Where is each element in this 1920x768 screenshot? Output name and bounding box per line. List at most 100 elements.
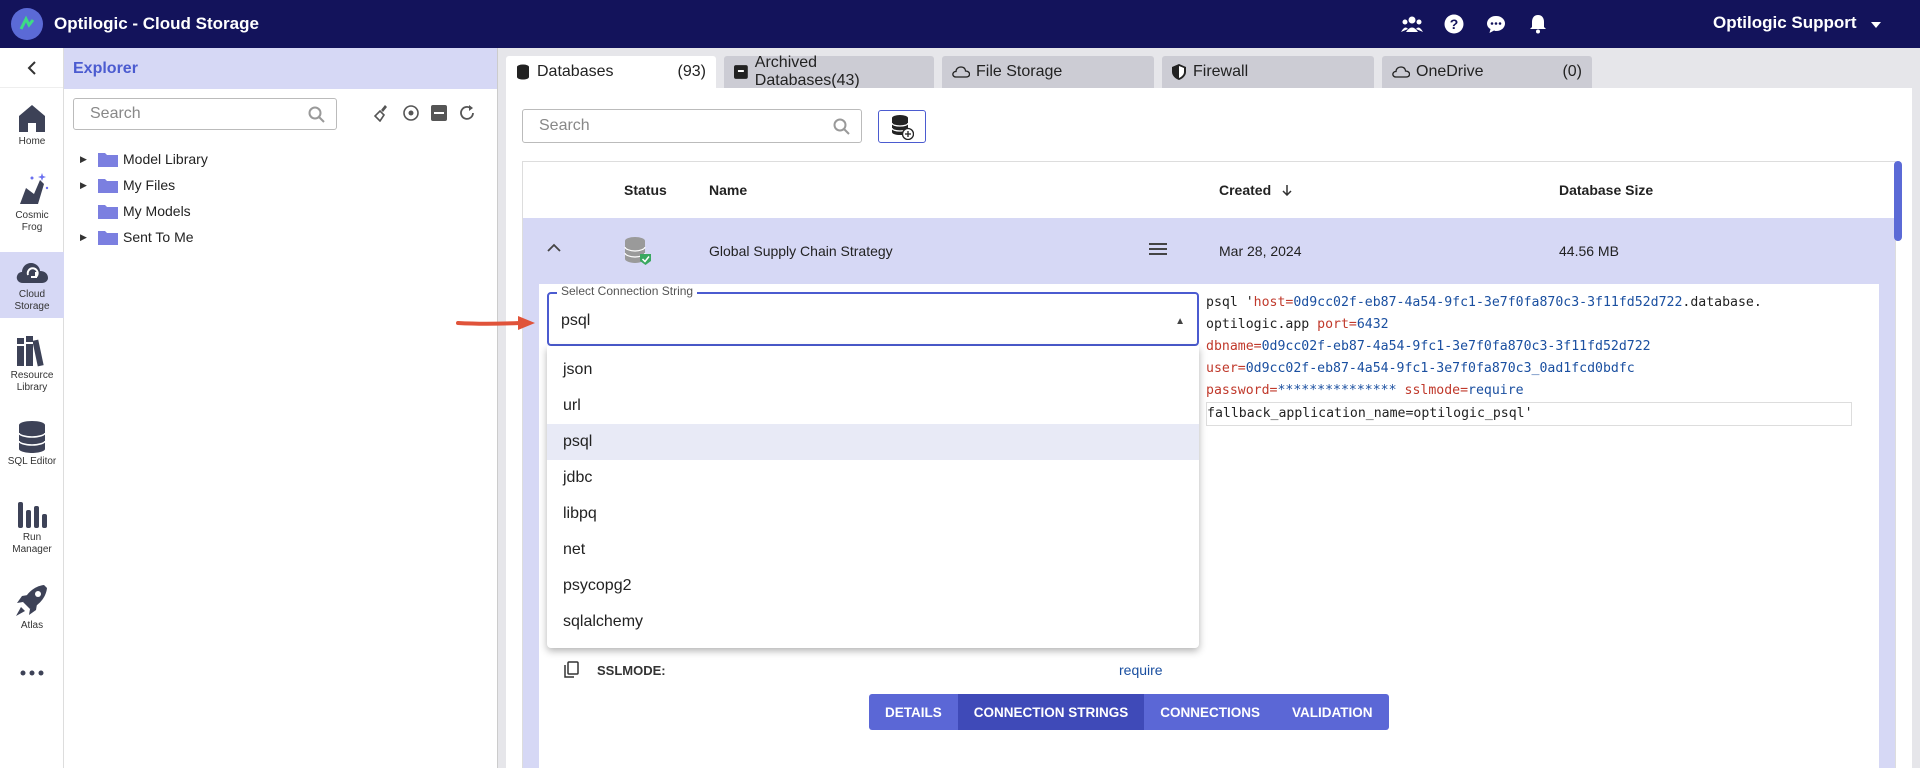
database-add-icon (891, 114, 914, 140)
nav-cloud-storage-label: Cloud Storage (14, 289, 50, 312)
databases-panel: Search Status Name Created Database Size (506, 88, 1912, 768)
sort-down-icon (1282, 185, 1292, 197)
nav-cosmic-frog[interactable]: Cosmic Frog (0, 170, 64, 240)
shield-icon (1172, 64, 1186, 80)
people-icon[interactable] (1400, 12, 1424, 36)
tab-label: File Storage (976, 63, 1063, 80)
more-button[interactable] (0, 658, 64, 688)
tree-item-my-models[interactable]: My Models (80, 200, 191, 222)
nav-sql-editor-label: SQL Editor (7, 456, 57, 467)
sslmode-row: SSLMODE: require (563, 658, 1203, 682)
explorer-search-input[interactable]: Search (73, 98, 337, 130)
bars-icon (18, 502, 47, 528)
copy-icon[interactable] (563, 661, 579, 679)
tab-archived-databases[interactable]: Archived Databases(43) (724, 54, 934, 89)
nav-sql-editor[interactable]: SQL Editor (0, 420, 64, 478)
validation-button[interactable]: VALIDATION (1276, 694, 1389, 730)
sslmode-label: SSLMODE: (597, 662, 666, 678)
search-icon (833, 118, 850, 135)
tab-databases[interactable]: Databases (93) (506, 56, 716, 88)
column-size[interactable]: Database Size (1559, 182, 1653, 198)
tab-onedrive[interactable]: OneDrive (0) (1382, 56, 1592, 88)
option-jdbc[interactable]: jdbc (547, 460, 1199, 496)
option-url[interactable]: url (547, 388, 1199, 424)
option-sqlalchemy[interactable]: sqlalchemy (547, 604, 1199, 640)
nav-resource-library[interactable]: Resource Library (0, 334, 64, 404)
table-scrollbar[interactable] (1894, 161, 1902, 241)
column-status[interactable]: Status (624, 182, 667, 198)
connection-strings-view: Select Connection String psql ▲ json url… (539, 284, 1879, 768)
folder-icon (98, 179, 118, 193)
tab-count: (93) (677, 63, 706, 80)
tab-label: OneDrive (1416, 63, 1484, 80)
nav-run-manager[interactable]: Run Manager (0, 500, 64, 568)
clean-icon[interactable] (374, 104, 392, 122)
connection-string-text[interactable]: psql 'host=0d9cc02f-eb87-4a54-9fc1-3e7f0… (1206, 292, 1866, 426)
chevron-down-icon (1870, 13, 1881, 33)
library-icon (17, 336, 44, 367)
tab-file-storage[interactable]: File Storage (942, 56, 1154, 88)
nav-run-manager-label: Run Manager (12, 532, 52, 555)
connection-string-select-label: Select Connection String (557, 284, 698, 298)
explorer-panel: Explorer Search ▶ Model Library ▶ My Fil… (64, 48, 498, 768)
connection-string-select[interactable]: Select Connection String psql ▲ (547, 284, 1199, 346)
option-psycopg2[interactable]: psycopg2 (547, 568, 1199, 604)
nav-atlas-label: Atlas (20, 620, 44, 631)
detail-view-buttons: DETAILS CONNECTION STRINGS CONNECTIONS V… (869, 694, 1389, 730)
connection-string-options: json url psql jdbc libpq net psycopg2 sq… (547, 346, 1199, 648)
option-psql[interactable]: psql (547, 424, 1199, 460)
bell-icon[interactable] (1526, 12, 1550, 36)
collapse-row-button[interactable] (547, 240, 561, 256)
option-net[interactable]: net (547, 532, 1199, 568)
optilogic-logo[interactable] (11, 8, 43, 40)
chat-icon[interactable] (1484, 12, 1508, 36)
column-created-label: Created (1219, 182, 1272, 198)
add-database-button[interactable] (878, 110, 926, 143)
option-json[interactable]: json (547, 352, 1199, 388)
nav-home[interactable]: Home (0, 102, 64, 158)
help-icon[interactable]: ? (1442, 12, 1466, 36)
option-libpq[interactable]: libpq (547, 496, 1199, 532)
nav-cloud-storage[interactable]: Cloud Storage (0, 252, 64, 318)
user-menu[interactable]: Optilogic Support (1713, 13, 1881, 33)
tab-label: Firewall (1193, 63, 1249, 80)
tab-firewall[interactable]: Firewall (1162, 56, 1374, 88)
tree-item-model-library[interactable]: ▶ Model Library (80, 148, 208, 170)
locate-icon[interactable] (402, 104, 420, 122)
details-button[interactable]: DETAILS (869, 694, 958, 730)
refresh-icon[interactable] (458, 104, 476, 122)
database-search-input[interactable]: Search (522, 109, 862, 143)
tab-label: Databases (537, 63, 614, 80)
tree-item-my-files[interactable]: ▶ My Files (80, 174, 175, 196)
database-name[interactable]: Global Supply Chain Strategy (709, 243, 893, 259)
nav-atlas[interactable]: Atlas (0, 582, 64, 638)
caret-right-icon[interactable]: ▶ (80, 154, 90, 165)
explorer-search-placeholder: Search (90, 105, 141, 122)
database-icon (517, 64, 529, 80)
column-name[interactable]: Name (709, 182, 747, 198)
nav-home-label: Home (18, 136, 46, 147)
folder-icon (98, 153, 118, 167)
cloud-outline-icon (1392, 66, 1410, 78)
tree-item-sent-to-me[interactable]: ▶ Sent To Me (80, 226, 194, 248)
table-header: Status Name Created Database Size (523, 162, 1895, 218)
nav-resource-library-label: Resource Library (10, 370, 54, 393)
caret-right-icon[interactable]: ▶ (80, 232, 90, 243)
connection-strings-button[interactable]: CONNECTION STRINGS (957, 694, 1145, 730)
archive-icon (734, 65, 748, 79)
connections-button[interactable]: CONNECTIONS (1144, 694, 1277, 730)
table-row[interactable]: Global Supply Chain Strategy Mar 28, 202… (523, 218, 1895, 284)
tab-label: Archived Databases(43) (754, 54, 860, 89)
row-menu-button[interactable] (1149, 242, 1167, 259)
more-icon (20, 670, 44, 676)
database-size: 44.56 MB (1559, 243, 1619, 259)
annotation-arrow-icon (456, 316, 535, 330)
database-icon (18, 421, 46, 453)
column-created[interactable]: Created (1219, 182, 1293, 198)
database-created: Mar 28, 2024 (1219, 243, 1302, 259)
cloud-icon (16, 263, 48, 283)
caret-right-icon[interactable]: ▶ (80, 180, 90, 191)
tree-item-label: Model Library (123, 151, 208, 167)
collapse-nav-button[interactable] (0, 48, 63, 88)
collapse-all-icon[interactable] (430, 104, 448, 122)
